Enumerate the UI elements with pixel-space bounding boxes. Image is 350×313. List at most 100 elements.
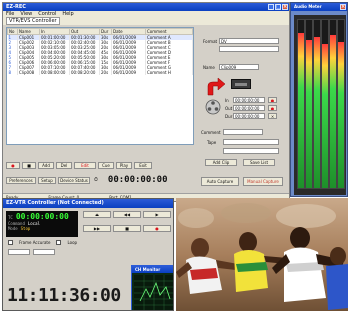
auto-capture-button[interactable]: Auto Capture — [201, 177, 239, 186]
in-label: In — [225, 98, 229, 103]
clip-table-cell: 06/01/2009 — [111, 70, 146, 75]
meter-level-bar — [322, 44, 328, 188]
sprinters-image — [176, 198, 348, 311]
mode-label: Mode — [8, 226, 18, 231]
clip-properties-panel: Format DV Name Clip009 In 00:00:00:00 ● … — [197, 27, 287, 193]
clip-table-cell: 20s — [99, 70, 112, 75]
add-button[interactable]: Add — [38, 162, 54, 169]
timecode-label-icon: ⏱ — [94, 177, 98, 183]
frame-accurate-checkbox[interactable] — [8, 240, 13, 245]
play-button[interactable]: Play — [116, 162, 132, 169]
clip-list: No Name In Out Dur Date Comment 1 Clip001… — [6, 27, 194, 145]
ctrl-stop-button[interactable]: ■ — [113, 225, 141, 232]
audio-meter-window: Audio Meter × — [290, 2, 348, 197]
stop-button[interactable]: ■ — [22, 162, 36, 169]
out-timecode-field[interactable]: 00:00:00:00 — [233, 105, 265, 111]
clip-table-cell: 00:08:00:00 — [39, 70, 70, 75]
device-status-button[interactable]: Device Status — [58, 176, 90, 184]
menu-help[interactable]: Help — [62, 11, 73, 18]
minimize-button[interactable]: _ — [268, 4, 274, 10]
audio-meter-titlebar: Audio Meter × — [291, 3, 347, 11]
controller-titlebar: EZ-VTR Controller (Not Connected) — [3, 199, 173, 208]
preferences-button[interactable]: Preferences — [6, 176, 36, 184]
comment-field[interactable] — [223, 129, 263, 135]
dur-label: Dur — [225, 114, 233, 119]
meter-level-bar — [306, 40, 312, 188]
clip-name-field[interactable]: Clip009 — [219, 64, 259, 70]
out-label: Out — [225, 106, 233, 111]
main-window: EZ-REC _ □ × File View Control Help VTR/… — [2, 2, 290, 202]
dur-timecode-field[interactable]: 00:00:00:00 — [233, 113, 265, 119]
rewind-button[interactable]: ◀◀ — [113, 211, 141, 218]
waveform-graphic — [134, 275, 173, 310]
cue-button[interactable]: Cue — [98, 162, 114, 169]
exit-button[interactable]: Exit — [134, 162, 152, 169]
eject-button[interactable]: ⏏ — [83, 211, 111, 218]
controller-buttons: ⏏ ◀◀ ▶ ▶▶ ■ ● — [83, 211, 171, 237]
format-label: Format — [203, 39, 218, 44]
audio-meter-close-button[interactable]: × — [340, 4, 346, 10]
controller-preset-field[interactable] — [33, 249, 55, 255]
mode-value: Stop — [20, 226, 31, 231]
controller-lcd: TC 00:00:00:00 Command Local Mode Stop — [6, 211, 78, 237]
tape-extra-field[interactable] — [223, 148, 279, 154]
main-window-title: EZ-REC — [6, 4, 26, 10]
meter-level-bar — [298, 33, 304, 188]
clip-table-cell: 8 — [7, 70, 18, 75]
clip-table: No Name In Out Dur Date Comment 1 Clip001… — [7, 28, 193, 75]
format-select[interactable]: DV — [219, 38, 279, 44]
clear-button[interactable]: × — [268, 113, 277, 119]
tab-vtr-controller[interactable]: VTR/EVS Controller — [6, 17, 60, 25]
clip-table-cell: Comment H — [145, 70, 193, 75]
video-preview — [176, 198, 348, 311]
tc-label: TC — [8, 215, 13, 220]
meter-channel — [297, 19, 305, 189]
vtr-controller-window: EZ-VTR Controller (Not Connected) TC 00:… — [2, 198, 174, 311]
meter-channel — [305, 19, 313, 189]
ctrl-rec-button[interactable]: ● — [143, 225, 171, 232]
comment-label: Comment — [201, 130, 221, 135]
controller-title: EZ-VTR Controller (Not Connected) — [6, 200, 104, 206]
delete-button[interactable]: Del — [56, 162, 72, 169]
set-in-button[interactable]: ● — [268, 97, 277, 103]
clip-table-cell: Clip008 — [17, 70, 40, 75]
ctrl-play-button[interactable]: ▶ — [143, 211, 171, 218]
meter-level-bar — [338, 42, 344, 188]
meter-level-bar — [330, 35, 336, 188]
ch-monitor-titlebar: CH Monitor — [132, 266, 173, 273]
controller-options: Frame Accurate Loop — [8, 240, 77, 245]
reel-icon — [205, 99, 221, 115]
tab-strip: VTR/EVS Controller — [3, 17, 289, 25]
clip-table-row[interactable]: 8 Clip008 00:08:00:00 00:08:20:00 20s 06/01/2… — [7, 70, 193, 75]
audio-meter-title: Audio Meter — [294, 4, 322, 9]
tape-field[interactable] — [223, 139, 279, 145]
meter-bars — [294, 15, 346, 195]
meter-channel — [337, 19, 345, 189]
loop-label: Loop — [67, 240, 78, 245]
manual-capture-button[interactable]: Manual Capture — [243, 177, 283, 186]
meter-panel — [294, 15, 346, 195]
ch-monitor-title: CH Monitor — [135, 267, 161, 272]
controller-timecode: 00:00:00:00 — [15, 212, 69, 221]
format-detail-field[interactable] — [219, 46, 279, 52]
ch-monitor-window: CH Monitor — [131, 265, 173, 310]
save-list-button[interactable]: Save List — [243, 159, 275, 166]
tape-label: Tape — [207, 140, 217, 145]
set-out-button[interactable]: ● — [268, 105, 277, 111]
clip-table-cell: 00:08:20:00 — [69, 70, 100, 75]
vtr-device-icon[interactable] — [231, 79, 251, 89]
rec-button[interactable]: ● — [6, 162, 20, 169]
big-clock: 11:11:36:00 — [7, 285, 121, 306]
maximize-button[interactable]: □ — [275, 4, 281, 10]
edit-button[interactable]: Edit — [74, 162, 96, 169]
bottom-bar: Preferences Setup Device Status ⏱ 00:00:… — [6, 175, 194, 185]
setup-button[interactable]: Setup — [38, 176, 56, 184]
meter-channel — [321, 19, 329, 189]
in-timecode-field[interactable]: 00:00:00:00 — [233, 97, 265, 103]
frame-accurate-label: Frame Accurate — [19, 240, 51, 245]
add-clip-button[interactable]: Add Clip — [205, 159, 237, 166]
fast-forward-button[interactable]: ▶▶ — [83, 225, 111, 232]
close-button[interactable]: × — [282, 4, 288, 10]
controller-speed-field[interactable] — [8, 249, 30, 255]
loop-checkbox[interactable] — [56, 240, 62, 245]
